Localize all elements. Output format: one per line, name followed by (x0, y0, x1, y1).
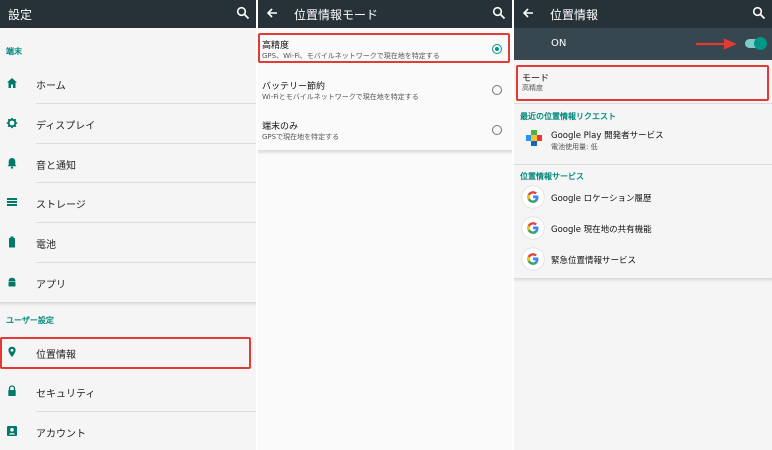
settings-item-account[interactable]: アカウント (0, 412, 256, 450)
settings-item-security[interactable]: セキュリティ (0, 372, 256, 411)
settings-item-battery[interactable]: 電池 (0, 223, 256, 262)
brightness-icon (6, 117, 18, 129)
location-panel: 位置情報 ON モード 高精度 最近の位置情報リクエスト Google Play (514, 0, 772, 450)
android-icon (8, 277, 16, 287)
page-title: 位置情報モード (294, 8, 379, 22)
settings-item-label: アカウント (36, 429, 86, 440)
mode-subtitle: Wi-Fiとモバイルネットワークで現在地を特定する (262, 93, 419, 101)
mode-title: 端末のみ (262, 122, 299, 132)
section-shadow (0, 302, 256, 306)
mode-option-battery-saving[interactable]: バッテリー節約 Wi-Fiとモバイルネットワークで現在地を特定する (258, 73, 512, 111)
settings-panel: 設定 端末 ホーム ディスプレイ 音と通知 ストレージ 電池 アプリ ユーザー設… (0, 0, 256, 450)
section-header-location-services: 位置情報サービス (520, 172, 584, 181)
settings-item-label: ディスプレイ (36, 121, 96, 132)
service-label: 緊急位置情報サービス (551, 256, 637, 266)
page-title: 位置情報 (550, 8, 599, 22)
radio-unselected[interactable] (492, 85, 502, 95)
home-icon (7, 78, 17, 88)
back-arrow-icon[interactable] (520, 5, 536, 21)
settings-item-home[interactable]: ホーム (0, 64, 256, 103)
page-title: 設定 (8, 8, 33, 22)
radio-unselected[interactable] (492, 125, 502, 135)
section-header-recent-requests: 最近の位置情報リクエスト (520, 112, 616, 121)
google-g-icon (522, 217, 544, 239)
service-item-location-sharing[interactable]: Google 現在地の共有機能 (514, 214, 772, 244)
list-bottom-shadow (514, 278, 772, 282)
bell-icon (7, 158, 17, 169)
settings-item-label: 音と通知 (36, 161, 76, 172)
master-switch-bar[interactable]: ON (514, 28, 772, 60)
storage-icon (7, 198, 17, 206)
section-header-user: ユーザー設定 (6, 316, 54, 325)
mode-subtitle: GPSで現在地を特定する (262, 133, 340, 141)
google-g-icon (522, 248, 544, 270)
settings-item-apps[interactable]: アプリ (0, 263, 256, 302)
recent-app-name: Google Play 開発者サービス (551, 131, 664, 141)
settings-item-label: 電池 (36, 240, 56, 251)
settings-item-display[interactable]: ディスプレイ (0, 104, 256, 143)
google-play-services-icon (526, 130, 542, 146)
location-mode-panel: 位置情報モード 高精度 GPS、Wi-Fi、モバイルネットワークで現在地を特定す… (258, 0, 512, 450)
settings-item-label: ホーム (36, 81, 66, 92)
location-app-bar: 位置情報 (514, 0, 772, 28)
switch-thumb[interactable] (754, 37, 767, 50)
search-icon[interactable] (752, 6, 766, 20)
search-icon[interactable] (236, 6, 250, 20)
settings-app-bar: 設定 (0, 0, 256, 28)
mode-option-device-only[interactable]: 端末のみ GPSで現在地を特定する (258, 113, 512, 151)
account-icon (7, 426, 17, 436)
location-mode-app-bar: 位置情報モード (258, 0, 512, 28)
screenshot-composite: 設定 端末 ホーム ディスプレイ 音と通知 ストレージ 電池 アプリ ユーザー設… (0, 0, 772, 450)
list-bottom-shadow (258, 150, 512, 154)
back-arrow-icon[interactable] (264, 5, 280, 21)
recent-app-detail: 電池使用量: 低 (551, 143, 598, 151)
highlight-box-high-accuracy (258, 33, 510, 63)
service-label: Google ロケーション履歴 (551, 194, 652, 204)
divider (514, 103, 772, 104)
switch-label: ON (551, 38, 567, 49)
mode-title: バッテリー節約 (262, 82, 326, 92)
settings-item-label: アプリ (36, 280, 66, 291)
search-icon[interactable] (492, 6, 506, 20)
google-g-icon (522, 186, 544, 208)
battery-icon (9, 236, 15, 248)
recent-request-item[interactable]: Google Play 開発者サービス 電池使用量: 低 (514, 124, 772, 158)
settings-item-label: ストレージ (36, 200, 86, 211)
divider (514, 164, 772, 165)
highlight-box-location (0, 337, 251, 369)
settings-item-label: セキュリティ (36, 389, 96, 400)
service-label: Google 現在地の共有機能 (551, 225, 652, 235)
red-arrow-icon (696, 38, 737, 50)
section-header-device: 端末 (6, 47, 22, 56)
settings-item-sound[interactable]: 音と通知 (0, 144, 256, 183)
lock-icon (8, 385, 16, 396)
service-item-emergency-location[interactable]: 緊急位置情報サービス (514, 245, 772, 275)
highlight-box-mode (516, 65, 769, 101)
service-item-location-history[interactable]: Google ロケーション履歴 (514, 183, 772, 213)
settings-item-storage[interactable]: ストレージ (0, 183, 256, 222)
